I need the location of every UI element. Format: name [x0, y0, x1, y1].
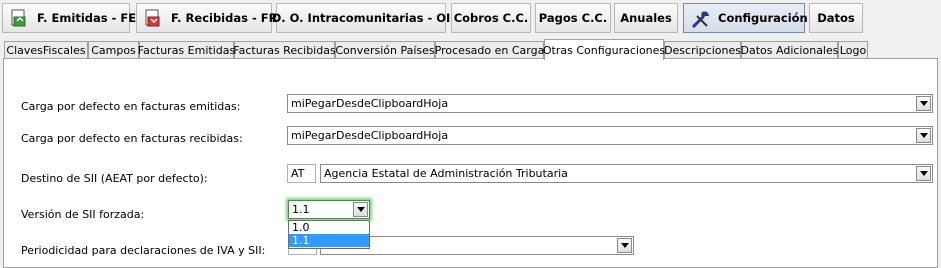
configuracion-button[interactable]: Configuración — [683, 3, 808, 33]
tab-facturas-recibidas[interactable]: Facturas Recibidas — [233, 41, 336, 59]
version-option-selected[interactable]: 1.1 — [289, 234, 369, 247]
tab-facturas-emitidas[interactable]: Facturas Emitidas — [137, 41, 236, 59]
chevron-down-icon[interactable] — [916, 166, 931, 181]
destino-sii-label: Destino de SII (AEAT por defecto): — [21, 172, 208, 185]
tab-label: Conversión Países — [335, 44, 435, 57]
f-recibidas-button[interactable]: F. Recibidas - FR — [136, 3, 277, 33]
tab-label: Facturas Emitidas — [137, 44, 236, 57]
carga-emitidas-label: Carga por defecto en facturas emitidas: — [21, 100, 241, 113]
carga-recibidas-value: miPegarDesdeClipboardHoja — [291, 129, 449, 142]
tab-otras-configuraciones[interactable]: Otras Configuraciones — [542, 39, 666, 60]
tab-procesado-en-carga[interactable]: Procesado en Carga — [435, 41, 544, 59]
intracomunitarias-label: D. O. Intracomunitarias - OI — [271, 11, 451, 25]
wrench-screwdriver-icon — [690, 8, 710, 29]
datos-button[interactable]: Datos — [809, 3, 863, 33]
cobros-label: Cobros C.C. — [453, 11, 529, 25]
tab-label: Campos — [91, 44, 136, 57]
tab-label: Logo — [839, 44, 867, 57]
anuales-button[interactable]: Anuales — [614, 3, 678, 33]
intracomunitarias-button[interactable]: D. O. Intracomunitarias - OI — [272, 3, 450, 33]
tab-strip: ClavesFiscales Campos Facturas Emitidas … — [0, 39, 941, 60]
tab-label: ClavesFiscales — [6, 44, 86, 57]
carga-emitidas-select[interactable]: miPegarDesdeClipboardHoja — [287, 94, 933, 113]
destino-sii-code: AT — [291, 167, 305, 180]
version-sii-label: Versión de SII forzada: — [21, 208, 145, 221]
pagos-button[interactable]: Pagos C.C. — [535, 3, 611, 33]
version-sii-select[interactable]: 1.1 — [288, 200, 370, 219]
cobros-button[interactable]: Cobros C.C. — [451, 3, 531, 33]
red-document-icon — [143, 8, 163, 28]
version-option[interactable]: 1.0 — [289, 221, 369, 234]
version-sii-value: 1.1 — [292, 203, 310, 216]
destino-sii-code-field[interactable]: AT — [287, 164, 316, 183]
destino-sii-select[interactable]: Agencia Estatal de Administración Tribut… — [320, 164, 933, 183]
configuracion-label: Configuración — [718, 11, 808, 25]
chevron-down-icon[interactable] — [916, 128, 931, 143]
tab-label: Procesado en Carga — [434, 44, 545, 57]
anuales-label: Anuales — [620, 11, 672, 25]
tab-label: Descripciones — [664, 44, 741, 57]
chevron-down-icon[interactable] — [916, 96, 931, 111]
f-emitidas-button[interactable]: F. Emitidas - FE — [2, 3, 136, 33]
f-recibidas-label: F. Recibidas - FR — [171, 11, 278, 25]
main-toolbar: F. Emitidas - FE F. Recibidas - FR D. O.… — [0, 0, 941, 37]
f-emitidas-label: F. Emitidas - FE — [37, 11, 137, 25]
tab-descripciones[interactable]: Descripciones — [664, 41, 741, 59]
tab-label: Otras Configuraciones — [542, 43, 666, 57]
green-document-icon — [9, 8, 29, 28]
periodicidad-label: Periodicidad para declaraciones de IVA y… — [21, 244, 266, 257]
destino-sii-value: Agencia Estatal de Administración Tribut… — [324, 167, 568, 180]
tab-campos[interactable]: Campos — [88, 41, 139, 59]
carga-recibidas-select[interactable]: miPegarDesdeClipboardHoja — [287, 126, 933, 145]
version-sii-dropdown-list: 1.0 1.1 — [288, 220, 370, 249]
tab-label: Datos Adicionales — [740, 44, 839, 57]
tab-logo[interactable]: Logo — [838, 41, 868, 59]
tab-clavesfiscales[interactable]: ClavesFiscales — [4, 41, 88, 59]
chevron-down-icon[interactable] — [617, 238, 632, 253]
tab-label: Facturas Recibidas — [233, 44, 336, 57]
carga-recibidas-label: Carga por defecto en facturas recibidas: — [21, 132, 243, 145]
chevron-down-icon[interactable] — [353, 202, 368, 217]
tab-conversion-paises[interactable]: Conversión Países — [335, 41, 435, 59]
pagos-label: Pagos C.C. — [538, 11, 608, 25]
carga-emitidas-value: miPegarDesdeClipboardHoja — [291, 97, 449, 110]
datos-label: Datos — [817, 11, 855, 25]
tab-datos-adicionales[interactable]: Datos Adicionales — [741, 41, 838, 59]
